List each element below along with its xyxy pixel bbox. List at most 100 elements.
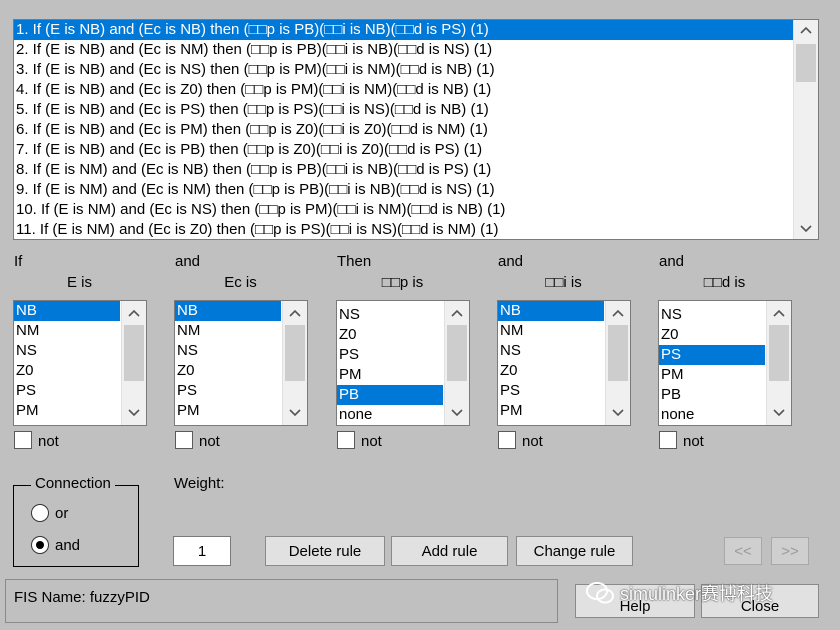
- rule-row[interactable]: 9. If (E is NM) and (Ec is NM) then (□□p…: [14, 180, 794, 200]
- scroll-down-icon[interactable]: [445, 403, 469, 423]
- change-rule-button[interactable]: Change rule: [516, 536, 633, 566]
- not-label: not: [361, 433, 382, 450]
- membership-item[interactable]: PS: [498, 381, 604, 401]
- rule-list[interactable]: 1. If (E is NB) and (Ec is NB) then (□□p…: [13, 19, 819, 240]
- connection-title: Connection: [31, 475, 115, 492]
- membership-item[interactable]: none: [659, 405, 765, 425]
- variable-label: Ec is: [224, 274, 257, 291]
- membership-item[interactable]: PB: [659, 385, 765, 405]
- membership-item[interactable]: NB: [498, 301, 604, 321]
- scroll-up-icon[interactable]: [122, 303, 146, 323]
- not-checkbox[interactable]: [659, 431, 677, 449]
- membership-item[interactable]: PB: [337, 385, 443, 405]
- membership-list[interactable]: NB NM NS Z0 PS PM: [174, 300, 308, 426]
- column-connector: If: [14, 253, 23, 270]
- variable-label: □□d is: [703, 274, 746, 291]
- membership-item[interactable]: NM: [498, 321, 604, 341]
- membership-item[interactable]: Z0: [659, 325, 765, 345]
- membership-item[interactable]: NS: [175, 341, 281, 361]
- next-page-button[interactable]: >>: [771, 537, 809, 565]
- rule-row[interactable]: 4. If (E is NB) and (Ec is Z0) then (□□p…: [14, 80, 794, 100]
- membership-item[interactable]: NS: [498, 341, 604, 361]
- rule-row[interactable]: 10. If (E is NM) and (Ec is NS) then (□□…: [14, 200, 794, 220]
- membership-item[interactable]: PS: [337, 345, 443, 365]
- weight-input[interactable]: 1: [173, 536, 231, 566]
- membership-list[interactable]: NB NM NS Z0 PS PM: [497, 300, 631, 426]
- membership-item[interactable]: PM: [175, 401, 281, 421]
- scroll-up-icon[interactable]: [283, 303, 307, 323]
- scroll-down-icon[interactable]: [606, 403, 630, 423]
- rule-row[interactable]: 8. If (E is NM) and (Ec is NB) then (□□p…: [14, 160, 794, 180]
- rule-row[interactable]: 11. If (E is NM) and (Ec is Z0) then (□□…: [14, 220, 794, 239]
- column-connector: and: [175, 253, 201, 270]
- scroll-thumb[interactable]: [769, 325, 789, 381]
- not-label: not: [522, 433, 543, 450]
- membership-scrollbar[interactable]: [121, 301, 146, 425]
- membership-item[interactable]: PS: [14, 381, 120, 401]
- not-checkbox[interactable]: [498, 431, 516, 449]
- rule-row[interactable]: 5. If (E is NB) and (Ec is PS) then (□□p…: [14, 100, 794, 120]
- scroll-down-icon[interactable]: [283, 403, 307, 423]
- scroll-down-icon[interactable]: [794, 219, 818, 239]
- and-label: and: [55, 537, 81, 554]
- membership-scrollbar[interactable]: [282, 301, 307, 425]
- rule-row[interactable]: 6. If (E is NB) and (Ec is PM) then (□□p…: [14, 120, 794, 140]
- weight-label: Weight:: [174, 475, 225, 492]
- membership-scrollbar[interactable]: [444, 301, 469, 425]
- membership-item[interactable]: Z0: [175, 361, 281, 381]
- membership-item[interactable]: NS: [337, 305, 443, 325]
- rule-list-scrollbar[interactable]: [793, 20, 818, 239]
- membership-item[interactable]: PM: [14, 401, 120, 421]
- rule-row[interactable]: 3. If (E is NB) and (Ec is NS) then (□□p…: [14, 60, 794, 80]
- scroll-thumb[interactable]: [124, 325, 144, 381]
- membership-item[interactable]: PM: [659, 365, 765, 385]
- not-checkbox[interactable]: [14, 431, 32, 449]
- membership-list[interactable]: NS Z0 PS PM PB none: [336, 300, 470, 426]
- and-radio[interactable]: [31, 536, 49, 554]
- scroll-up-icon[interactable]: [445, 303, 469, 323]
- scroll-thumb[interactable]: [447, 325, 467, 381]
- membership-item[interactable]: NS: [14, 341, 120, 361]
- wechat-icon: [586, 582, 614, 604]
- membership-item[interactable]: PS: [659, 345, 765, 365]
- membership-scrollbar[interactable]: [605, 301, 630, 425]
- membership-item[interactable]: PM: [498, 401, 604, 421]
- not-checkbox[interactable]: [175, 431, 193, 449]
- radio-selected-dot: [36, 541, 44, 549]
- membership-item[interactable]: PM: [337, 365, 443, 385]
- scroll-down-icon[interactable]: [767, 403, 791, 423]
- membership-item[interactable]: PS: [175, 381, 281, 401]
- scroll-up-icon[interactable]: [606, 303, 630, 323]
- membership-item[interactable]: none: [337, 405, 443, 425]
- prev-page-button[interactable]: <<: [724, 537, 762, 565]
- rule-row[interactable]: 1. If (E is NB) and (Ec is NB) then (□□p…: [14, 20, 794, 40]
- membership-item[interactable]: NS: [659, 305, 765, 325]
- membership-item[interactable]: NB: [14, 301, 120, 321]
- scroll-up-icon[interactable]: [767, 303, 791, 323]
- scroll-thumb[interactable]: [285, 325, 305, 381]
- rule-row[interactable]: 2. If (E is NB) and (Ec is NM) then (□□p…: [14, 40, 794, 60]
- membership-item[interactable]: Z0: [14, 361, 120, 381]
- column-connector: and: [498, 253, 524, 270]
- membership-item[interactable]: NM: [175, 321, 281, 341]
- membership-list[interactable]: NB NM NS Z0 PS PM: [13, 300, 147, 426]
- scroll-down-icon[interactable]: [122, 403, 146, 423]
- not-label: not: [38, 433, 59, 450]
- or-radio[interactable]: [31, 504, 49, 522]
- delete-rule-button[interactable]: Delete rule: [265, 536, 385, 566]
- membership-item[interactable]: NB: [175, 301, 281, 321]
- membership-item[interactable]: Z0: [337, 325, 443, 345]
- variable-label: □□p is: [381, 274, 424, 291]
- scroll-up-icon[interactable]: [794, 20, 818, 40]
- add-rule-button[interactable]: Add rule: [391, 536, 508, 566]
- membership-item[interactable]: NM: [14, 321, 120, 341]
- rule-row[interactable]: 7. If (E is NB) and (Ec is PB) then (□□p…: [14, 140, 794, 160]
- membership-scrollbar[interactable]: [766, 301, 791, 425]
- scroll-thumb[interactable]: [796, 44, 816, 82]
- membership-item[interactable]: Z0: [498, 361, 604, 381]
- not-checkbox[interactable]: [337, 431, 355, 449]
- membership-list[interactable]: NS Z0 PS PM PB none: [658, 300, 792, 426]
- watermark: simulinker赛博科技: [586, 580, 773, 606]
- scroll-thumb[interactable]: [608, 325, 628, 381]
- fis-name-status: FIS Name: fuzzyPID: [14, 589, 150, 606]
